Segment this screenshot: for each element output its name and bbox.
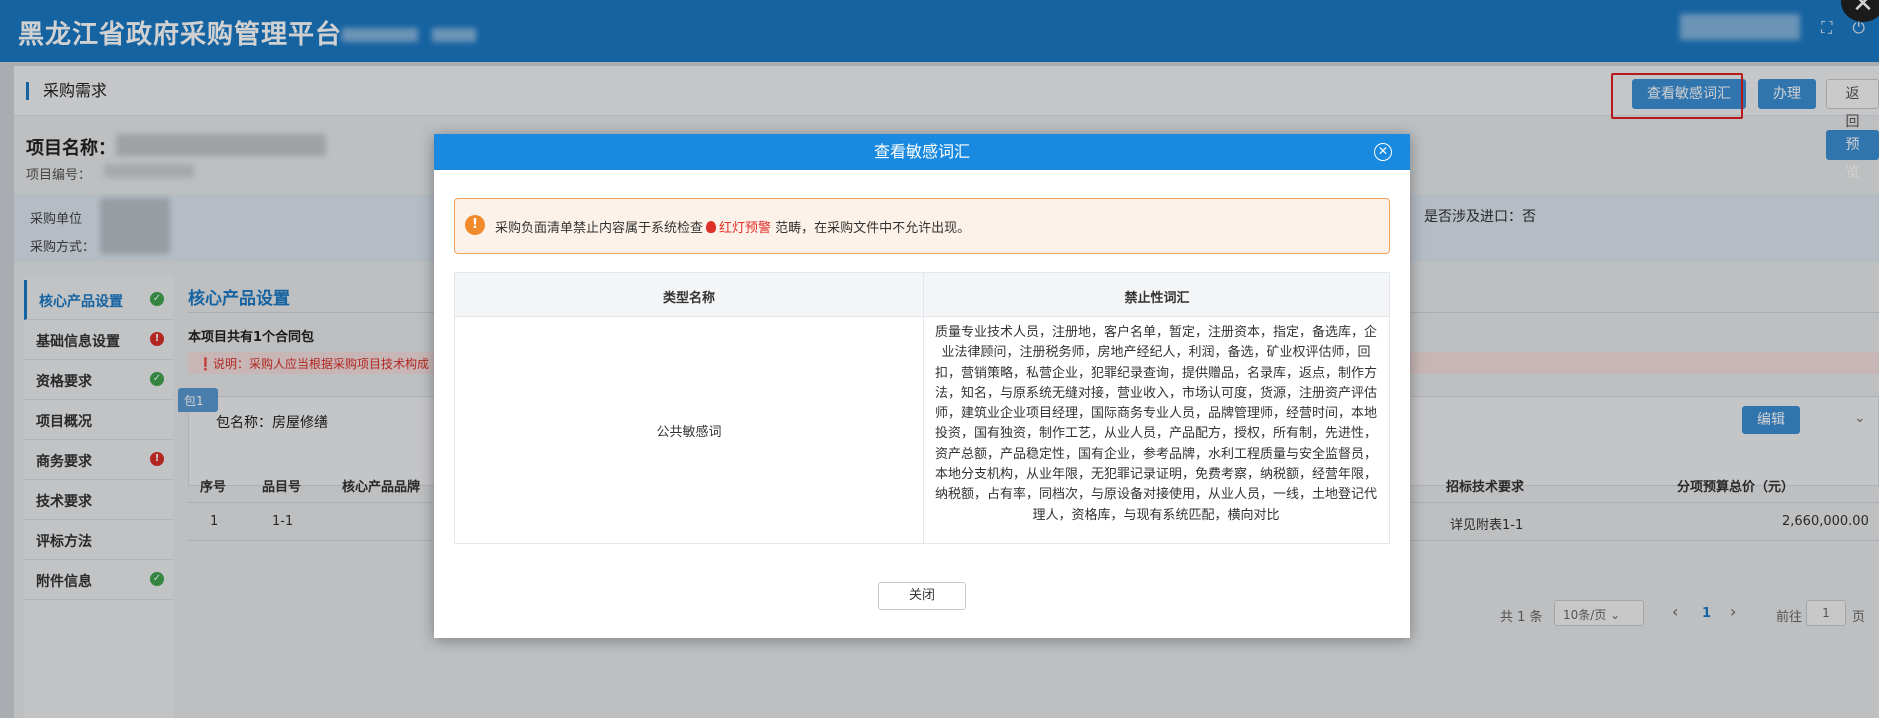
table-header: 类型名称: [662, 291, 715, 306]
notice-text-start: 采购负面清单禁止内容属于系统检查: [495, 221, 704, 236]
redlight-icon: [706, 221, 717, 233]
table-header-row: 类型名称 禁止性词汇: [455, 273, 1389, 317]
warning-icon: !: [465, 215, 485, 235]
table-header: 禁止性词汇: [1124, 291, 1190, 306]
forbidden-words-cell: 质量专业技术人员，注册地，客户名单，暂定，注册资本，指定，备选库，企业法律顾问，…: [934, 325, 1377, 523]
type-cell: 公共敏感词: [656, 425, 722, 440]
notice-text: 采购负面清单禁止内容属于系统检查 红灯预警 范畴，在采购文件中不允许出现。: [495, 217, 970, 236]
close-icon[interactable]: ✕: [1374, 143, 1392, 161]
close-dialog-button[interactable]: 关闭: [878, 582, 966, 610]
notice-highlight: 红灯预警: [719, 221, 772, 236]
sensitive-words-dialog: 查看敏感词汇 ✕ ! 采购负面清单禁止内容属于系统检查 红灯预警 范畴，在采购文件…: [434, 134, 1410, 638]
dialog-header: 查看敏感词汇 ✕: [434, 134, 1410, 170]
divider: [923, 273, 924, 543]
sensitive-words-table: 类型名称 禁止性词汇 公共敏感词 质量专业技术人员，注册地，客户名单，暂定，注册…: [454, 272, 1390, 544]
notice-text-end: 范畴，在采购文件中不允许出现。: [775, 221, 971, 236]
dialog-title: 查看敏感词汇: [873, 142, 970, 161]
notice-banner: ! 采购负面清单禁止内容属于系统检查 红灯预警 范畴，在采购文件中不允许出现。: [454, 198, 1390, 254]
